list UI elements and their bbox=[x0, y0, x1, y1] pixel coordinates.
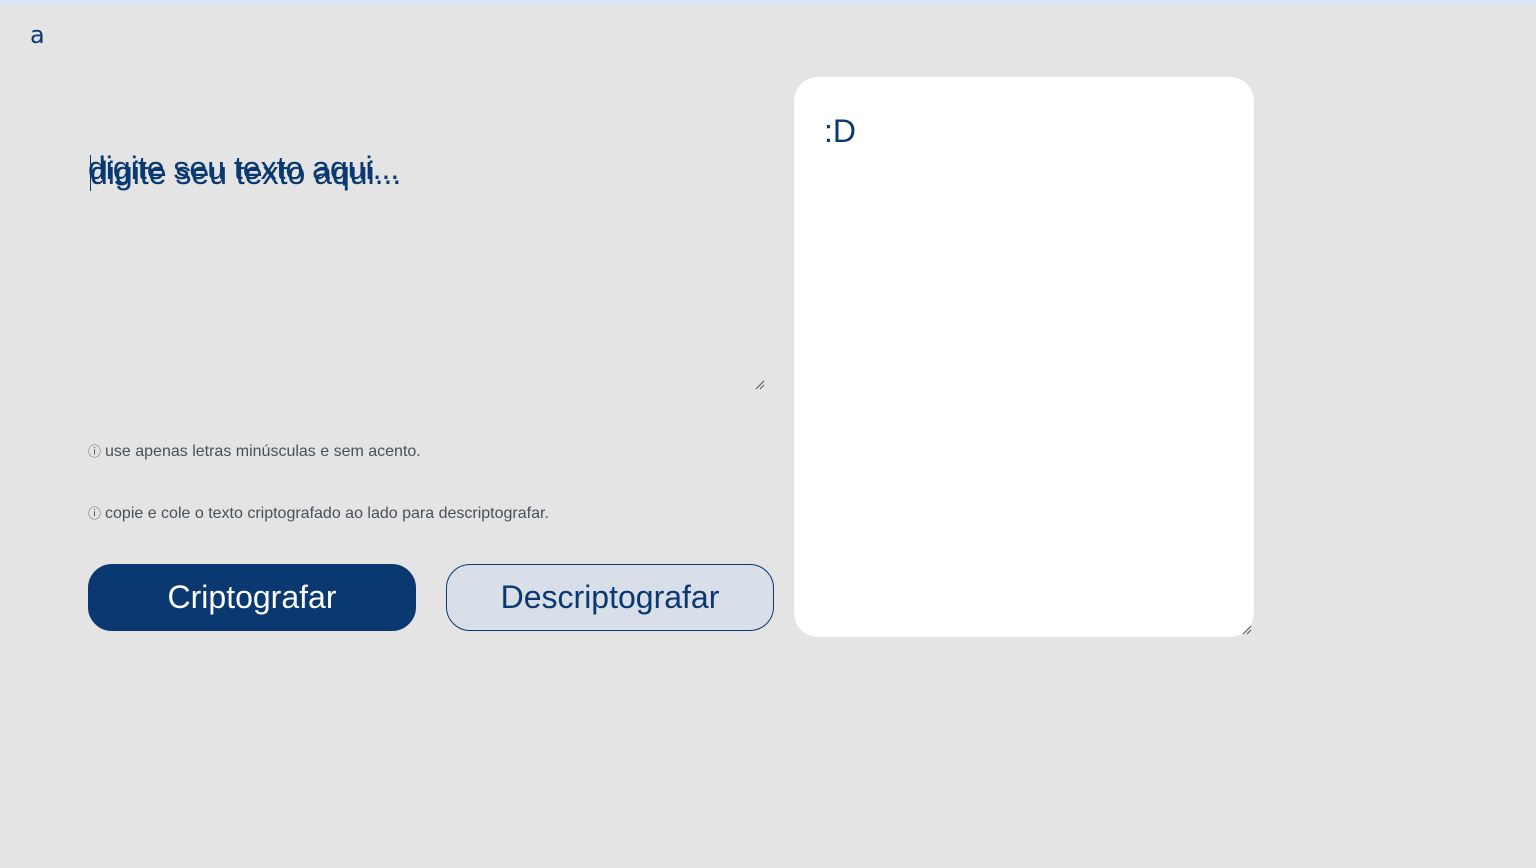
output-text: :D bbox=[824, 113, 856, 149]
resize-handle-icon[interactable] bbox=[755, 380, 765, 390]
hint-copy-paste: ⓘ copie e cole o texto criptografado ao l… bbox=[88, 504, 549, 525]
encrypt-button[interactable]: Criptografar bbox=[88, 564, 416, 631]
info-icon: ⓘ bbox=[88, 445, 102, 460]
text-input[interactable] bbox=[88, 150, 764, 390]
hint-text: use apenas letras minúsculas e sem acent… bbox=[105, 443, 421, 460]
encrypt-button-label: Criptografar bbox=[167, 579, 337, 615]
logo: a bbox=[30, 21, 45, 49]
decrypt-button[interactable]: Descriptografar bbox=[446, 564, 774, 631]
decrypt-button-label: Descriptografar bbox=[500, 579, 720, 615]
output-panel[interactable]: :D bbox=[794, 77, 1254, 637]
info-icon: ⓘ bbox=[88, 507, 102, 522]
hint-lowercase: ⓘ use apenas letras minúsculas e sem acen… bbox=[88, 442, 421, 463]
resize-handle-icon[interactable] bbox=[1242, 625, 1252, 635]
text-cursor bbox=[90, 155, 91, 191]
top-strip bbox=[0, 0, 1536, 5]
hint-text: copie e cole o texto criptografado ao la… bbox=[105, 505, 549, 522]
